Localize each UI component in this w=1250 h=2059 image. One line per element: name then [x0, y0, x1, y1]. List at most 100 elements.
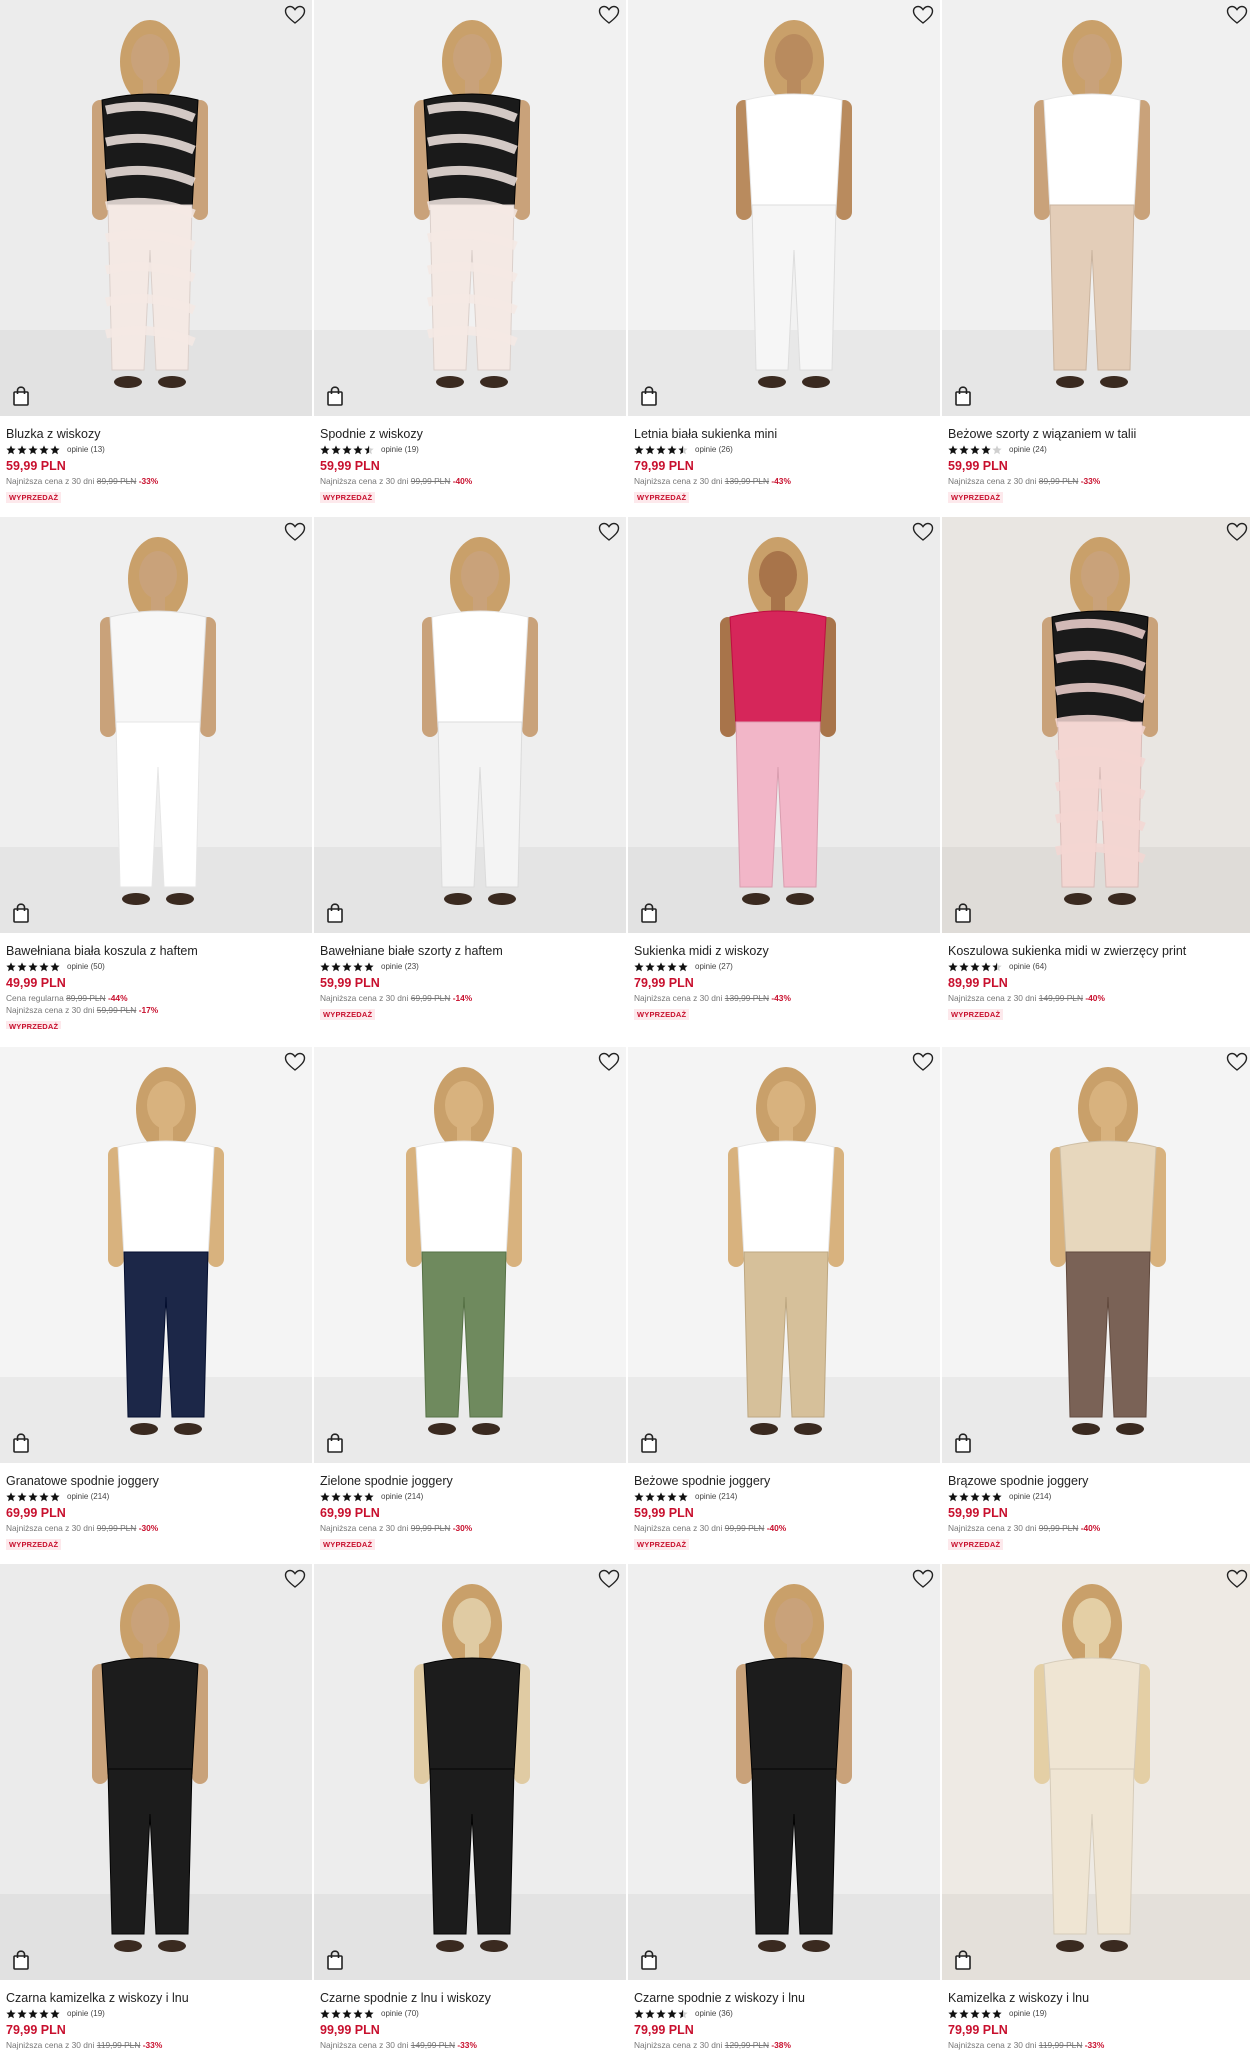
- product-photo[interactable]: [314, 1047, 626, 1463]
- product-name[interactable]: Brązowe spodnie joggery: [948, 1473, 1250, 1489]
- shopping-bag-icon[interactable]: [12, 386, 30, 406]
- product-image[interactable]: [314, 1047, 626, 1463]
- product-name[interactable]: Bawełniane białe szorty z haftem: [320, 943, 622, 959]
- review-count[interactable]: opinie (214): [381, 1492, 423, 1501]
- product-name[interactable]: Koszulowa sukienka midi w zwierzęcy prin…: [948, 943, 1250, 959]
- product-photo[interactable]: [942, 517, 1250, 933]
- heart-outline-icon[interactable]: [598, 1569, 620, 1589]
- shopping-bag-icon[interactable]: [640, 1433, 658, 1453]
- product-card[interactable]: Bluzka z wiskozy opinie (13) 59,99 PLN Najn…: [0, 0, 312, 512]
- review-count[interactable]: opinie (27): [695, 962, 733, 971]
- product-image[interactable]: [942, 1564, 1250, 1980]
- review-count[interactable]: opinie (23): [381, 962, 419, 971]
- shopping-bag-icon[interactable]: [954, 386, 972, 406]
- product-image[interactable]: [0, 1564, 312, 1980]
- review-count[interactable]: opinie (36): [695, 2009, 733, 2018]
- product-image[interactable]: [628, 1564, 940, 1980]
- heart-outline-icon[interactable]: [1226, 1569, 1248, 1589]
- product-image[interactable]: [0, 0, 312, 416]
- product-card[interactable]: Sukienka midi z wiskozy opinie (27) 79,99 …: [628, 517, 940, 1029]
- product-image[interactable]: [314, 517, 626, 933]
- product-name[interactable]: Sukienka midi z wiskozy: [634, 943, 936, 959]
- product-name[interactable]: Czarna kamizelka z wiskozy i lnu: [6, 1990, 308, 2006]
- product-photo[interactable]: [628, 517, 940, 933]
- shopping-bag-icon[interactable]: [640, 1950, 658, 1970]
- review-count[interactable]: opinie (26): [695, 445, 733, 454]
- shopping-bag-icon[interactable]: [12, 1950, 30, 1970]
- product-image[interactable]: [0, 1047, 312, 1463]
- product-image[interactable]: [314, 0, 626, 416]
- review-count[interactable]: opinie (13): [67, 445, 105, 454]
- review-count[interactable]: opinie (70): [381, 2009, 419, 2018]
- product-image[interactable]: [942, 1047, 1250, 1463]
- heart-outline-icon[interactable]: [912, 5, 934, 25]
- product-name[interactable]: Kamizelka z wiskozy i lnu: [948, 1990, 1250, 2006]
- heart-outline-icon[interactable]: [284, 522, 306, 542]
- review-count[interactable]: opinie (214): [1009, 1492, 1051, 1501]
- product-card[interactable]: Zielone spodnie joggery opinie (214) 69,99…: [314, 1047, 626, 1559]
- shopping-bag-icon[interactable]: [12, 1433, 30, 1453]
- heart-outline-icon[interactable]: [284, 1569, 306, 1589]
- product-photo[interactable]: [628, 1564, 940, 1980]
- product-photo[interactable]: [942, 1564, 1250, 1980]
- product-card[interactable]: Beżowe szorty z wiązaniem w talii opinie …: [942, 0, 1250, 512]
- product-image[interactable]: [628, 1047, 940, 1463]
- shopping-bag-icon[interactable]: [954, 903, 972, 923]
- product-photo[interactable]: [0, 1047, 312, 1463]
- review-count[interactable]: opinie (50): [67, 962, 105, 971]
- product-image[interactable]: [628, 517, 940, 933]
- shopping-bag-icon[interactable]: [326, 903, 344, 923]
- review-count[interactable]: opinie (24): [1009, 445, 1047, 454]
- product-card[interactable]: Granatowe spodnie joggery opinie (214) 69,…: [0, 1047, 312, 1559]
- product-card[interactable]: Kamizelka z wiskozy i lnu opinie (19) 79,9…: [942, 1564, 1250, 2059]
- shopping-bag-icon[interactable]: [954, 1950, 972, 1970]
- heart-outline-icon[interactable]: [912, 522, 934, 542]
- product-photo[interactable]: [628, 1047, 940, 1463]
- product-card[interactable]: Beżowe spodnie joggery opinie (214) 59,99 …: [628, 1047, 940, 1559]
- shopping-bag-icon[interactable]: [640, 386, 658, 406]
- heart-outline-icon[interactable]: [1226, 5, 1248, 25]
- heart-outline-icon[interactable]: [598, 522, 620, 542]
- heart-outline-icon[interactable]: [1226, 1052, 1248, 1072]
- product-photo[interactable]: [0, 517, 312, 933]
- product-card[interactable]: Bawełniana biała koszula z haftem opinie …: [0, 517, 312, 1029]
- heart-outline-icon[interactable]: [284, 5, 306, 25]
- product-name[interactable]: Zielone spodnie joggery: [320, 1473, 622, 1489]
- product-name[interactable]: Spodnie z wiskozy: [320, 426, 622, 442]
- shopping-bag-icon[interactable]: [12, 903, 30, 923]
- heart-outline-icon[interactable]: [912, 1052, 934, 1072]
- heart-outline-icon[interactable]: [598, 5, 620, 25]
- product-card[interactable]: Czarne spodnie z wiskozy i lnu opinie (36…: [628, 1564, 940, 2059]
- review-count[interactable]: opinie (214): [67, 1492, 109, 1501]
- product-photo[interactable]: [628, 0, 940, 416]
- shopping-bag-icon[interactable]: [640, 903, 658, 923]
- shopping-bag-icon[interactable]: [326, 386, 344, 406]
- shopping-bag-icon[interactable]: [326, 1433, 344, 1453]
- heart-outline-icon[interactable]: [912, 1569, 934, 1589]
- product-photo[interactable]: [0, 0, 312, 416]
- product-name[interactable]: Granatowe spodnie joggery: [6, 1473, 308, 1489]
- heart-outline-icon[interactable]: [598, 1052, 620, 1072]
- product-image[interactable]: [314, 1564, 626, 1980]
- product-card[interactable]: Koszulowa sukienka midi w zwierzęcy prin…: [942, 517, 1250, 1029]
- heart-outline-icon[interactable]: [284, 1052, 306, 1072]
- review-count[interactable]: opinie (214): [695, 1492, 737, 1501]
- product-photo[interactable]: [314, 1564, 626, 1980]
- review-count[interactable]: opinie (19): [67, 2009, 105, 2018]
- review-count[interactable]: opinie (19): [1009, 2009, 1047, 2018]
- review-count[interactable]: opinie (64): [1009, 962, 1047, 971]
- product-photo[interactable]: [942, 0, 1250, 416]
- product-photo[interactable]: [314, 517, 626, 933]
- heart-outline-icon[interactable]: [1226, 522, 1248, 542]
- shopping-bag-icon[interactable]: [954, 1433, 972, 1453]
- product-card[interactable]: Czarne spodnie z lnu i wiskozy opinie (70…: [314, 1564, 626, 2059]
- product-name[interactable]: Bawełniana biała koszula z haftem: [6, 943, 308, 959]
- product-photo[interactable]: [942, 1047, 1250, 1463]
- review-count[interactable]: opinie (19): [381, 445, 419, 454]
- product-card[interactable]: Letnia biała sukienka mini opinie (26) 79,…: [628, 0, 940, 512]
- product-image[interactable]: [0, 517, 312, 933]
- product-card[interactable]: Czarna kamizelka z wiskozy i lnu opinie (…: [0, 1564, 312, 2059]
- product-name[interactable]: Czarne spodnie z lnu i wiskozy: [320, 1990, 622, 2006]
- product-card[interactable]: Spodnie z wiskozy opinie (19) 59,99 PLN Naj…: [314, 0, 626, 512]
- product-name[interactable]: Beżowe spodnie joggery: [634, 1473, 936, 1489]
